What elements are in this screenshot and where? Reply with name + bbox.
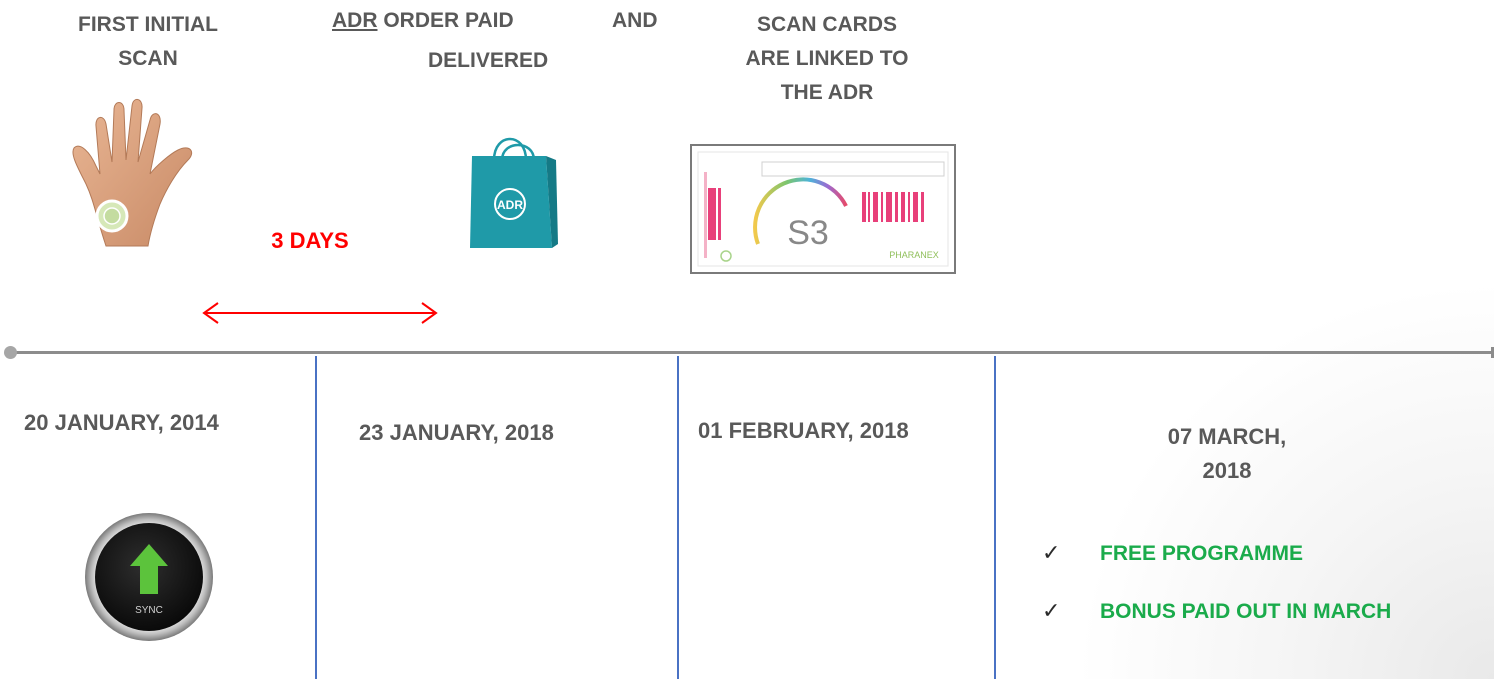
- timeline-start-dot: [4, 346, 17, 359]
- bag-logo-text: ADR: [497, 198, 523, 212]
- checklist-item-bonus-paid: ✓ BONUS PAID OUT IN MARCH: [1042, 596, 1391, 627]
- sync-icon: SYNC: [85, 513, 213, 641]
- delivered-text: DELIVERED: [428, 49, 549, 72]
- shopping-bag-icon: ADR: [470, 137, 558, 248]
- order-paid-text: ORDER PAID: [377, 9, 514, 32]
- duration-arrow: [202, 302, 438, 324]
- step-label-scan-cards: SCAN CARDS ARE LINKED TO THE ADR: [745, 13, 909, 104]
- checklist-item-free-programme: ✓ FREE PROGRAMME: [1042, 538, 1303, 569]
- step-label-adr-order: ADR ORDER PAID AND DELIVERED: [332, 4, 692, 78]
- checkmark-icon: ✓: [1042, 540, 1061, 565]
- hand-scan-icon: [72, 99, 193, 247]
- scan-card-icon: S3 PHARANEX: [690, 144, 956, 274]
- card-brand-text: PHARANEX: [889, 250, 939, 260]
- step-label-first-scan: FIRST INITIAL SCAN: [78, 13, 218, 70]
- divider-2: [677, 356, 679, 679]
- sync-label: SYNC: [135, 605, 163, 616]
- divider-1: [315, 356, 317, 679]
- checkmark-icon: ✓: [1042, 598, 1061, 623]
- card-logo-text: S3: [787, 214, 829, 252]
- date-07-march-2018: 07 MARCH, 2018: [1167, 424, 1287, 483]
- divider-3: [994, 356, 996, 679]
- timeline-axis: [10, 351, 1494, 354]
- date-01-february-2018: 01 FEBRUARY, 2018: [698, 418, 909, 443]
- and-text: AND: [612, 9, 658, 32]
- date-20-january-2014: 20 JANUARY, 2014: [24, 410, 219, 435]
- adr-order-line1: ADR ORDER PAID AND: [332, 4, 692, 38]
- duration-label: 3 DAYS: [271, 228, 349, 253]
- date-23-january-2018: 23 JANUARY, 2018: [359, 420, 554, 445]
- adr-underlined: ADR: [332, 9, 378, 32]
